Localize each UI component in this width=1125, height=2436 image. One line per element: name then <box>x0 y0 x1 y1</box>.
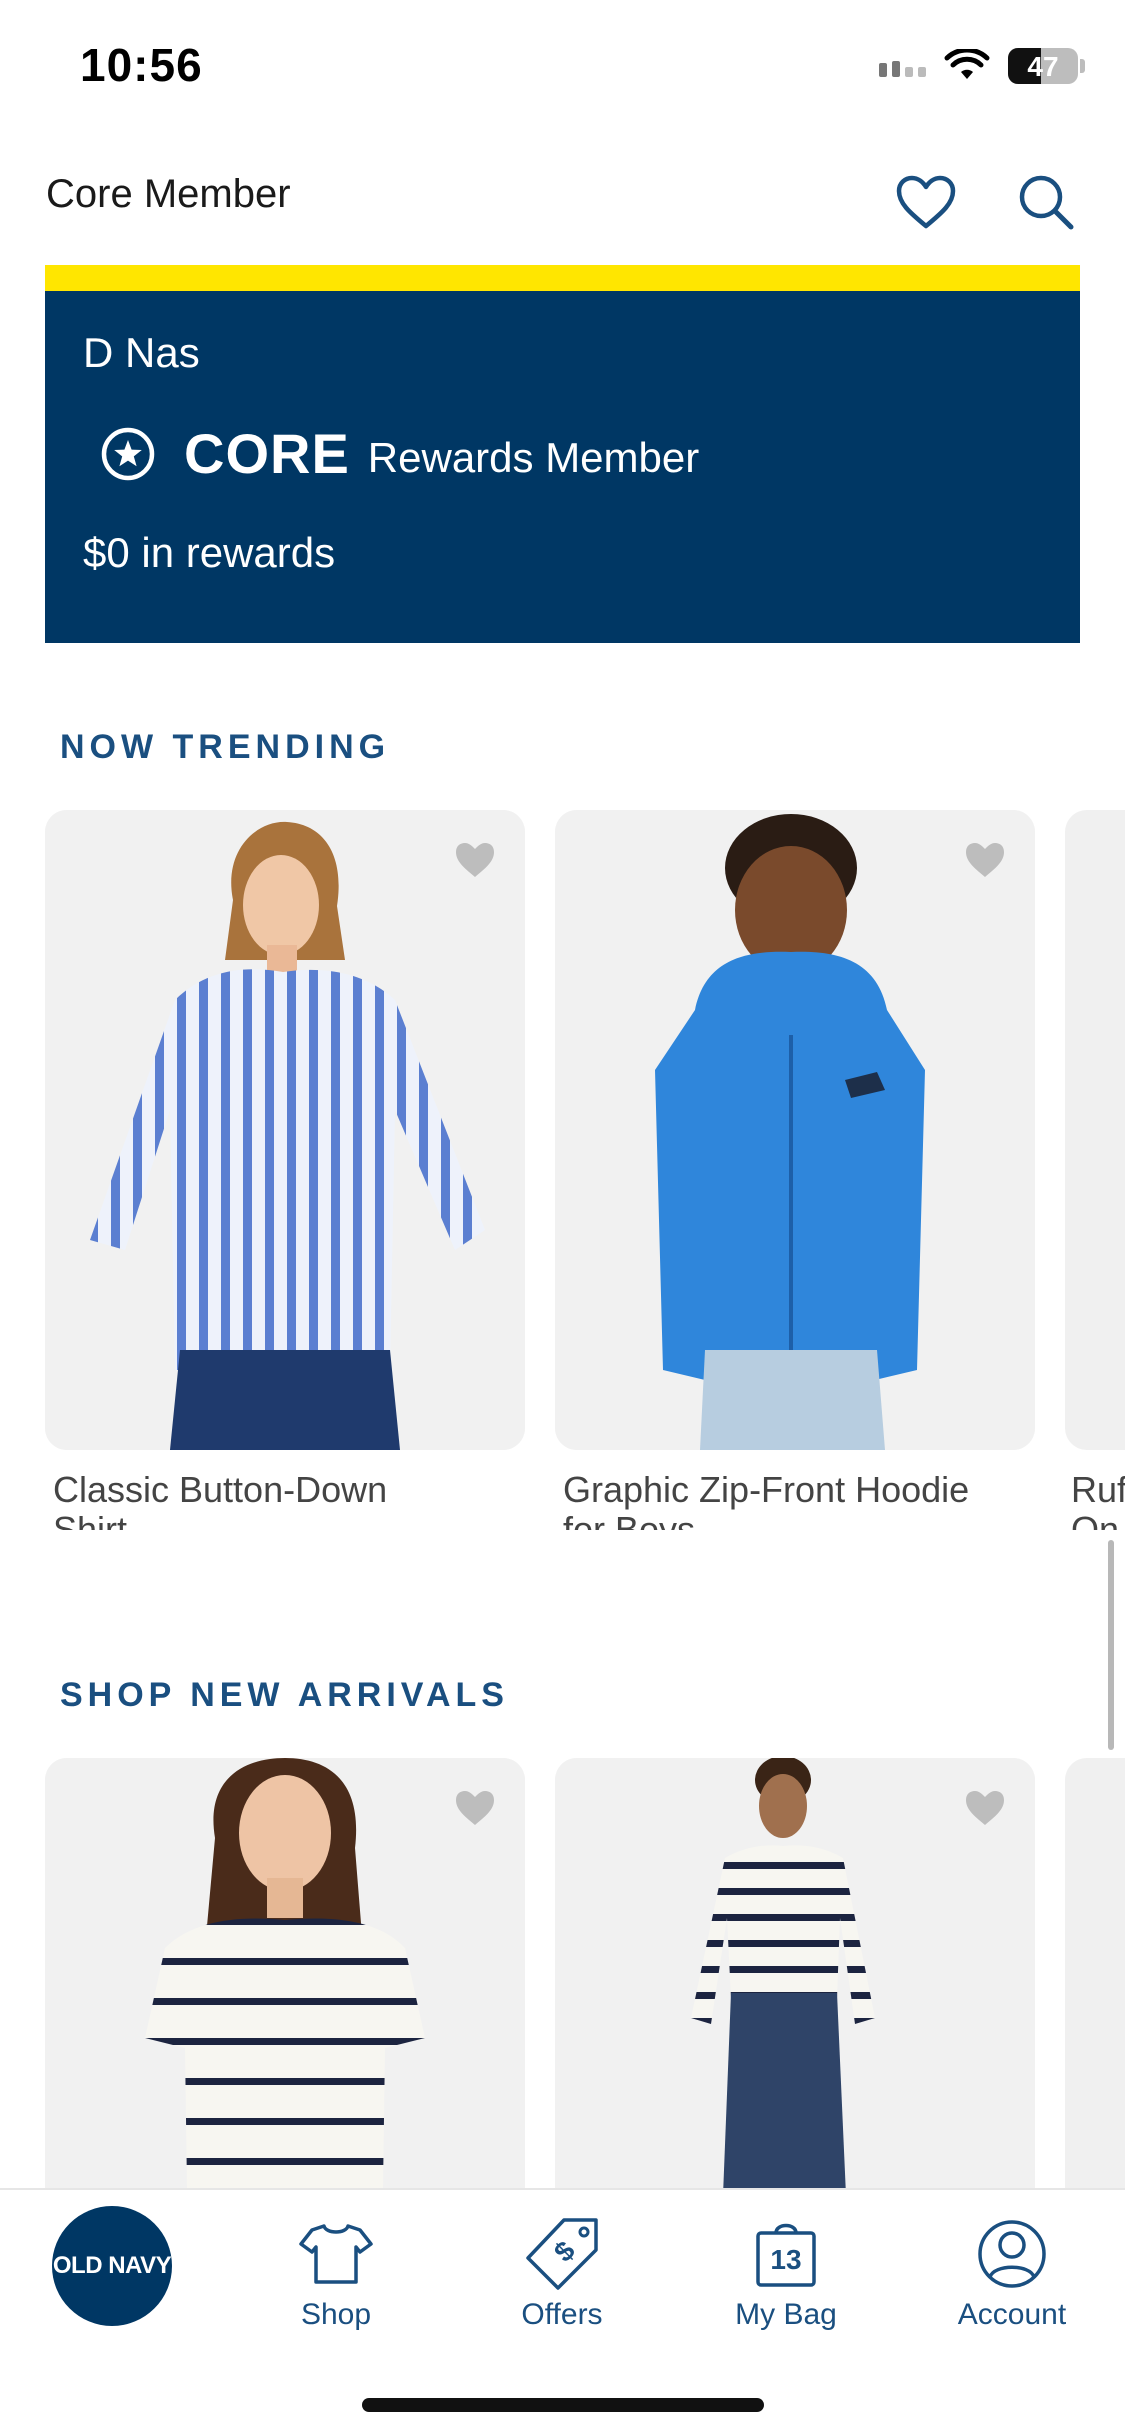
tab-offers[interactable]: $ Offers <box>482 2214 642 2332</box>
heart-icon <box>896 175 956 229</box>
tag-icon: $ <box>526 2218 598 2290</box>
svg-text:$: $ <box>548 2235 581 2268</box>
rewards-amount: $0 in rewards <box>83 529 336 576</box>
scroll-indicator <box>1108 1540 1114 1750</box>
tab-label: Shop <box>300 2298 372 2331</box>
product-card[interactable] <box>45 1758 525 2188</box>
member-name: D Nas <box>83 329 200 376</box>
person-icon <box>978 2220 1046 2288</box>
product-name[interactable]: Classic Button-Down Shirt <box>45 1470 465 1531</box>
section-title-trending: NOW TRENDING <box>60 728 391 766</box>
status-bar: 10:56 47 <box>0 0 1125 140</box>
rewards-card[interactable]: D Nas CORE Rewards Member $0 in rewards <box>45 291 1080 643</box>
battery-icon: 47 <box>1008 48 1085 84</box>
favorites-button[interactable] <box>888 164 964 240</box>
new-arrivals-carousel[interactable] <box>45 1758 1125 2188</box>
cellular-signal-icon <box>879 55 926 77</box>
page-title: Core Member <box>46 172 291 216</box>
product-image[interactable] <box>555 810 1035 1450</box>
favorite-heart-icon[interactable] <box>453 1788 497 1828</box>
status-icons: 47 <box>879 48 1085 84</box>
product-image[interactable] <box>45 1758 525 2188</box>
product-name[interactable]: Graphic Zip-Front Hoodie for Boys <box>555 1470 975 1531</box>
rewards-tier: CORE Rewards Member <box>100 421 699 486</box>
favorite-heart-icon[interactable] <box>453 840 497 880</box>
tab-shop[interactable]: Shop <box>256 2214 416 2332</box>
product-name[interactable]: Ruf On <box>1065 1470 1125 1530</box>
bag-count-badge: 13 <box>770 2244 802 2275</box>
product-image[interactable] <box>1065 810 1125 1450</box>
tab-label: Account <box>957 2298 1067 2331</box>
home-logo-button[interactable]: OLD NAVY <box>52 2206 172 2326</box>
search-button[interactable] <box>1008 164 1084 240</box>
tab-label: My Bag <box>735 2298 837 2331</box>
app-header: Core Member <box>0 150 1125 260</box>
trending-carousel[interactable]: Classic Button-Down Shirt Graphic Zip-Fr… <box>45 810 1125 1530</box>
tab-account[interactable]: Account <box>932 2214 1092 2332</box>
shirt-icon <box>299 2224 373 2284</box>
favorite-heart-icon[interactable] <box>963 1788 1007 1828</box>
tab-my-bag[interactable]: 13 My Bag <box>706 2214 866 2332</box>
status-time: 10:56 <box>80 39 203 91</box>
battery-percent: 47 <box>1027 51 1059 82</box>
blue-hoodie-image <box>555 810 1035 1450</box>
favorite-heart-icon[interactable] <box>963 840 1007 880</box>
search-icon <box>1019 175 1074 230</box>
product-card[interactable] <box>555 1758 1035 2188</box>
tier-label: Rewards Member <box>367 433 700 481</box>
section-title-new-arrivals: SHOP NEW ARRIVALS <box>60 1676 509 1714</box>
brand-logo: OLD NAVY <box>52 2252 172 2279</box>
product-card[interactable]: Classic Button-Down Shirt <box>45 810 525 1530</box>
product-image[interactable] <box>1065 1758 1125 2188</box>
rewards-accent-stripe <box>45 265 1080 291</box>
product-card-partial[interactable]: Ruf On <box>1065 810 1125 1530</box>
star-badge-icon <box>101 427 155 480</box>
wifi-icon <box>944 49 990 79</box>
product-image[interactable] <box>555 1758 1035 2188</box>
product-card[interactable]: Graphic Zip-Front Hoodie for Boys <box>555 810 1035 1530</box>
tab-label: Offers <box>521 2298 603 2331</box>
home-indicator <box>362 2398 764 2412</box>
product-image[interactable] <box>45 810 525 1450</box>
tier-name: CORE <box>184 422 350 485</box>
product-card-partial[interactable] <box>1065 1758 1125 2188</box>
striped-shirt-image <box>45 810 525 1450</box>
